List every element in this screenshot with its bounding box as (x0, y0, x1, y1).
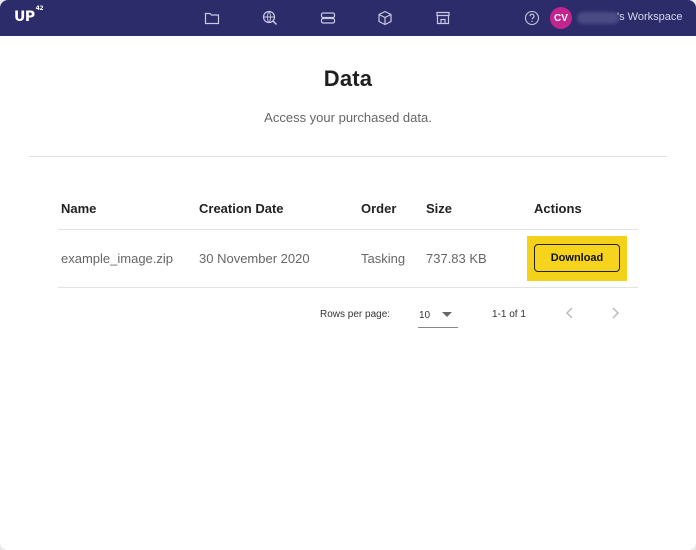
header-name[interactable]: Name (61, 201, 96, 216)
page-title: Data (323, 66, 373, 91)
top-navigation-bar: UP42 CV 's Workspace (0, 0, 696, 36)
caret-down-icon (442, 312, 452, 317)
database-icon[interactable] (320, 10, 336, 26)
section-divider (29, 156, 667, 157)
header-divider (58, 229, 638, 230)
logo-superscript: 42 (35, 5, 44, 13)
page-subtitle: Access your purchased data. (264, 110, 432, 125)
cell-order: Tasking (361, 251, 406, 266)
cell-size: 737.83 KB (426, 251, 487, 266)
box-icon[interactable] (377, 10, 393, 26)
pagination-range: 1-1 of 1 (492, 309, 526, 320)
question-circle-icon[interactable] (524, 10, 540, 26)
chevron-left-icon (565, 307, 573, 319)
rows-per-page-label: Rows per page: (320, 309, 391, 320)
store-icon[interactable] (435, 10, 451, 26)
folder-icon[interactable] (204, 10, 220, 26)
user-avatar[interactable]: CV (550, 7, 572, 29)
header-creation-date[interactable]: Creation Date (199, 201, 284, 216)
redacted-workspace-name (577, 12, 619, 24)
rows-per-page-value: 10 (419, 310, 431, 321)
header-size[interactable]: Size (426, 201, 452, 216)
logo-text: UP (14, 9, 35, 25)
rows-per-page-select[interactable]: 10 (418, 303, 458, 328)
app-window: UP42 CV 's Workspace Data Access your pu… (0, 0, 696, 550)
row-divider (58, 287, 638, 288)
header-actions: Actions (534, 201, 582, 216)
next-page-button[interactable] (607, 305, 623, 321)
workspace-label[interactable]: 's Workspace (617, 11, 682, 23)
previous-page-button[interactable] (562, 305, 578, 321)
up42-logo[interactable]: UP42 (14, 5, 44, 25)
cell-name: example_image.zip (61, 251, 174, 266)
search-globe-icon[interactable] (262, 10, 278, 26)
download-button[interactable]: Download (534, 244, 620, 272)
chevron-right-icon (612, 307, 620, 319)
cell-creation-date: 30 November 2020 (199, 251, 310, 266)
header-order[interactable]: Order (361, 201, 396, 216)
